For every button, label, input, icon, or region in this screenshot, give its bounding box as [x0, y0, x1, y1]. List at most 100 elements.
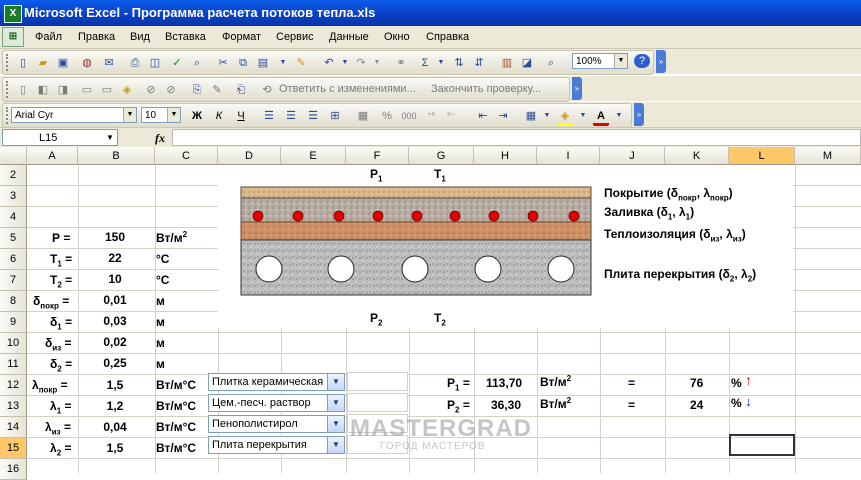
new-comment-icon[interactable]: ▯ [15, 83, 31, 97]
send-recipient-icon[interactable]: ⎘ [189, 83, 205, 97]
column-header-j[interactable]: J [600, 147, 665, 165]
material-select-fill[interactable]: Цем.-песч. раствор ▼ [208, 394, 345, 412]
decrease-indent-icon[interactable]: ⇤ [475, 109, 491, 123]
row-header-15[interactable]: 15 [0, 438, 27, 459]
zoom-select[interactable]: 100% ▼ [572, 53, 628, 69]
show-comment-icon[interactable]: ▭ [79, 83, 95, 97]
format-painter-icon[interactable]: ✎ [293, 56, 309, 70]
previous-comment-icon[interactable]: ◧ [35, 83, 51, 97]
redo-icon[interactable]: ↷ [353, 56, 369, 70]
undo-icon[interactable]: ↶ [321, 56, 337, 70]
param-value-d-insulation[interactable]: 0,02 [79, 333, 151, 352]
sort-descending-icon[interactable]: ⇵ [471, 56, 487, 70]
sort-ascending-icon[interactable]: ⇅ [451, 56, 467, 70]
borders-icon[interactable]: ▦ [523, 109, 539, 123]
font-color-icon[interactable]: A [593, 109, 609, 126]
reviewing-pane-icon[interactable]: ⊘ [163, 83, 179, 97]
bold-button[interactable]: Ж [189, 109, 205, 123]
row-header-7[interactable]: 7 [0, 270, 27, 291]
print-preview-icon[interactable]: ◫ [147, 56, 163, 70]
save-icon[interactable]: ▣ [55, 56, 71, 70]
toolbar-grip[interactable] [6, 81, 11, 98]
row-header-4[interactable]: 4 [0, 207, 27, 228]
percent-button[interactable]: % [379, 109, 395, 123]
column-header-a[interactable]: A [27, 147, 78, 165]
increase-indent-icon[interactable]: ⇥ [495, 109, 511, 123]
underline-button[interactable]: Ч [233, 109, 249, 123]
menu-window[interactable]: Окно [384, 31, 410, 43]
menu-view[interactable]: Вид [130, 31, 150, 43]
menu-data[interactable]: Данные [329, 31, 369, 43]
redo-dropdown-icon[interactable]: ▼ [369, 56, 385, 70]
drawing-icon[interactable]: ◪ [519, 56, 535, 70]
active-cell-l15[interactable] [729, 434, 795, 456]
undo-dropdown-icon[interactable]: ▼ [337, 56, 353, 70]
row-header-5[interactable]: 5 [0, 228, 27, 249]
row-header-9[interactable]: 9 [0, 312, 27, 333]
help-icon[interactable]: ? [634, 54, 650, 68]
row-header-12[interactable]: 12 [0, 375, 27, 396]
chevron-down-icon[interactable]: ▼ [327, 416, 344, 432]
fill-color-icon[interactable]: ◈ [557, 109, 573, 126]
column-header-k[interactable]: K [665, 147, 729, 165]
empty-input-box[interactable] [347, 393, 408, 412]
material-select-slab[interactable]: Плита перекрытия ▼ [208, 436, 345, 454]
chart-wizard-icon[interactable]: ▥ [499, 56, 515, 70]
column-header-e[interactable]: E [281, 147, 346, 165]
zoom-icon[interactable]: ⌕ [543, 56, 559, 70]
autosum-icon[interactable]: Σ [417, 56, 433, 70]
param-value-t1[interactable]: 22 [79, 249, 151, 268]
menu-insert[interactable]: Вставка [165, 31, 206, 43]
toolbar-grip[interactable] [6, 54, 11, 71]
italic-button[interactable]: К [211, 109, 227, 123]
align-center-icon[interactable]: ☰ [283, 109, 299, 123]
font-name-select[interactable]: Arial Cyr ▼ [11, 107, 137, 123]
empty-input-box[interactable] [347, 372, 408, 391]
column-header-l[interactable]: L [729, 147, 795, 165]
row-header-2[interactable]: 2 [0, 165, 27, 186]
reply-changes-icon[interactable]: ⟲ [259, 83, 275, 97]
formula-input[interactable] [172, 129, 861, 146]
column-header-c[interactable]: C [155, 147, 218, 165]
menu-help[interactable]: Справка [426, 31, 469, 43]
paste-icon[interactable]: ▤ [255, 56, 271, 70]
permission-icon[interactable]: ◍ [79, 56, 95, 70]
email-icon[interactable]: ✉ [101, 56, 117, 70]
column-header-m[interactable]: M [795, 147, 861, 165]
column-header-d[interactable]: D [218, 147, 281, 165]
ink-annotations-icon[interactable]: ✎ [209, 83, 225, 97]
material-select-cover[interactable]: Плитка керамическая ▼ [208, 373, 345, 391]
menu-file[interactable]: Файл [35, 31, 62, 43]
next-comment-icon[interactable]: ◨ [55, 83, 71, 97]
reply-with-changes-button[interactable]: Ответить с изменениями... [279, 83, 416, 95]
chevron-down-icon[interactable]: ▼ [167, 108, 180, 122]
cut-icon[interactable]: ✂ [215, 56, 231, 70]
spelling-icon[interactable]: ✓ [169, 56, 185, 70]
reply-icon[interactable]: ⎗ [233, 83, 249, 97]
row-header-8[interactable]: 8 [0, 291, 27, 312]
menu-format[interactable]: Формат [222, 31, 261, 43]
font-color-dropdown-icon[interactable]: ▼ [611, 109, 627, 123]
chevron-down-icon[interactable]: ▼ [123, 108, 136, 122]
row-header-16[interactable]: 16 [0, 459, 27, 480]
excel-app-icon[interactable]: X [4, 5, 22, 23]
menu-edit[interactable]: Правка [78, 31, 115, 43]
chevron-down-icon[interactable]: ▼ [327, 437, 344, 453]
function-icon[interactable]: fx [155, 131, 165, 146]
increase-decimal-icon[interactable]: ⁺⁰ [423, 109, 439, 123]
row-header-6[interactable]: 6 [0, 249, 27, 270]
hyperlink-icon[interactable]: ⚭ [393, 56, 409, 70]
toolbar-options-icon[interactable]: » [634, 103, 644, 126]
show-all-comments-icon[interactable]: ▭ [99, 83, 115, 97]
chevron-down-icon[interactable]: ▼ [103, 130, 117, 145]
row-header-3[interactable]: 3 [0, 186, 27, 207]
copy-icon[interactable]: ⧉ [235, 56, 251, 70]
param-value-t2[interactable]: 10 [79, 270, 151, 289]
delete-comment-icon[interactable]: ◈ [119, 83, 135, 97]
paste-dropdown-icon[interactable]: ▼ [275, 56, 291, 70]
row-header-14[interactable]: 14 [0, 417, 27, 438]
merge-center-icon[interactable]: ⊞ [327, 109, 343, 123]
column-header-h[interactable]: H [474, 147, 537, 165]
autosum-dropdown-icon[interactable]: ▼ [433, 56, 449, 70]
select-all-corner[interactable] [0, 147, 27, 165]
